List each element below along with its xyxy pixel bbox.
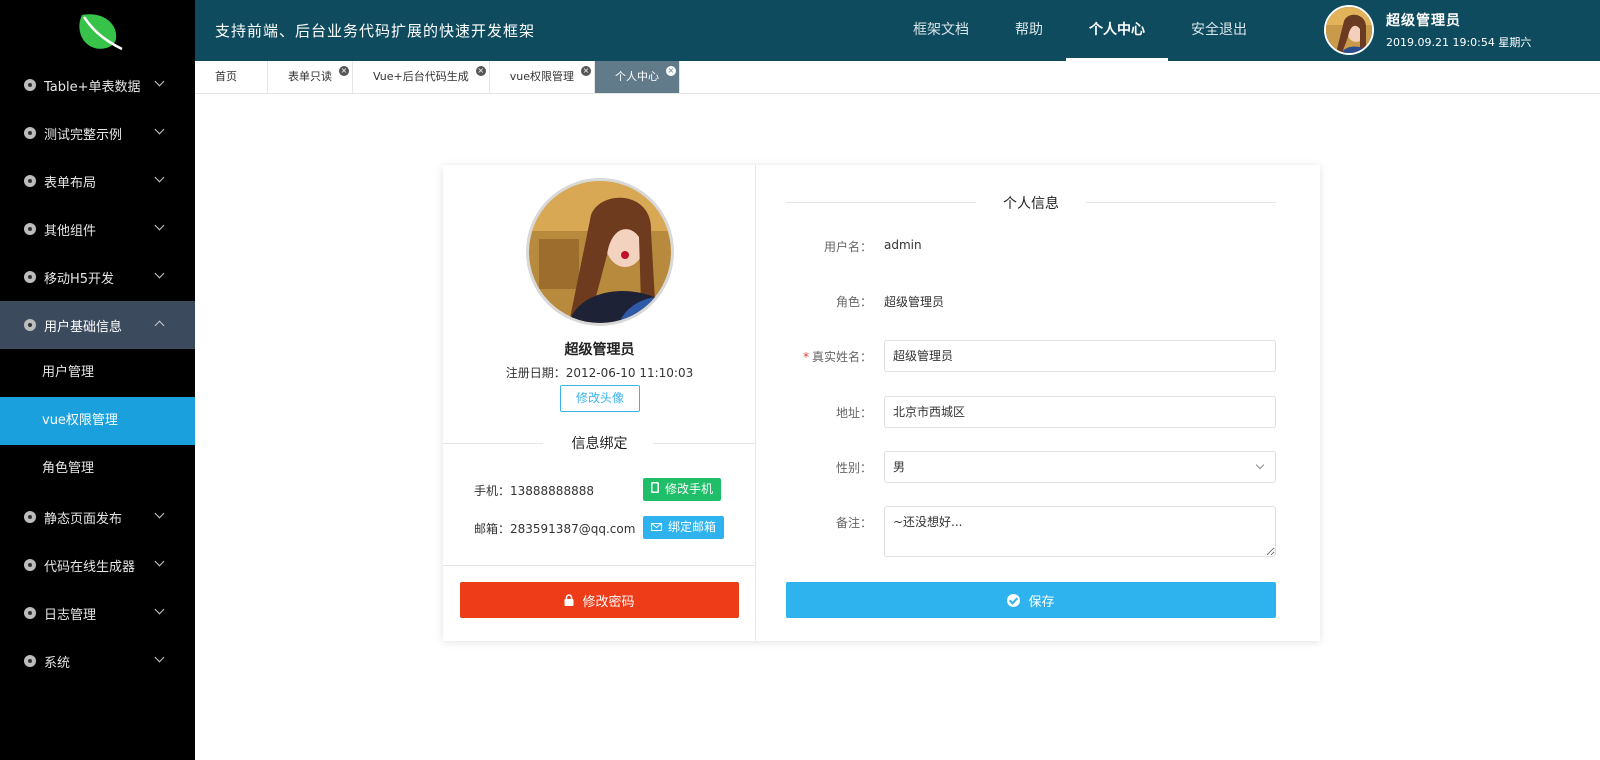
close-icon[interactable]: × (475, 66, 486, 76)
sidebar: Table+单表数据 测试完整示例 表单布局 其他组件 移动H5开发 用户基础信… (0, 61, 195, 760)
menu-dot-icon (24, 271, 36, 283)
avatar[interactable] (526, 178, 674, 326)
sidebar-item-codegen[interactable]: 代码在线生成器 (0, 541, 195, 589)
logo[interactable] (0, 0, 195, 61)
tab-vue-codegen[interactable]: Vue+后台代码生成 × (353, 61, 490, 93)
header-user[interactable]: 超级管理员 2019.09.21 19:0:54 星期六 (1324, 5, 1531, 55)
role-label: 角色： (835, 295, 872, 309)
sidebar-item-test[interactable]: 测试完整示例 (0, 109, 195, 157)
sidebar-item-system[interactable]: 系统 (0, 637, 195, 685)
tab-vue-permission[interactable]: vue权限管理 × (490, 61, 595, 93)
section-title: 个人信息 (786, 193, 1276, 213)
top-header: 支持前端、后台业务代码扩展的快速开发框架 框架文档 帮助 个人中心 安全退出 超… (0, 0, 1600, 61)
top-nav: 框架文档 帮助 个人中心 安全退出 (890, 0, 1270, 61)
save-button[interactable]: 保存 (786, 582, 1276, 618)
header-username: 超级管理员 (1386, 13, 1461, 29)
bind-email-button[interactable]: 绑定邮箱 (643, 516, 725, 539)
sidebar-subitem-vue-permission[interactable]: vue权限管理 (0, 397, 195, 445)
leaf-logo-icon (78, 13, 123, 50)
nav-help[interactable]: 帮助 (992, 0, 1066, 61)
address-label: 地址： (835, 406, 872, 420)
menu-dot-icon (24, 655, 36, 667)
avatar[interactable] (1324, 5, 1374, 55)
profile-name: 超级管理员 (564, 342, 635, 358)
change-phone-button[interactable]: 修改手机 (643, 478, 722, 501)
change-avatar-button[interactable]: 修改头像 (560, 385, 640, 412)
sidebar-item-logs[interactable]: 日志管理 (0, 589, 195, 637)
menu-dot-icon (24, 127, 36, 139)
personal-info-panel: 个人信息 用户名： admin 角色： 超级管理员 * 真实姓名： 超级管理员 地… (786, 165, 1276, 641)
menu-dot-icon (24, 175, 36, 187)
sidebar-item-mobile[interactable]: 移动H5开发 (0, 253, 195, 301)
realname-label: * 真实姓名： (802, 350, 872, 364)
gender-select[interactable]: 男 (884, 451, 1276, 483)
menu-dot-icon (24, 79, 36, 91)
close-icon[interactable]: × (580, 66, 591, 76)
menu-dot-icon (24, 559, 36, 571)
nav-logout[interactable]: 安全退出 (1168, 0, 1270, 61)
remark-label: 备注： (835, 516, 872, 530)
required-icon: * (802, 350, 809, 364)
divider (443, 565, 756, 566)
phone-text: 手机：13888888888 (474, 484, 594, 498)
tab-bar: 首页 表单只读 × Vue+后台代码生成 × vue权限管理 × 个人中心 × (195, 61, 1600, 94)
email-text: 邮箱：283591387@qq.com (474, 522, 636, 536)
chevron-down-icon (154, 604, 165, 615)
nav-profile[interactable]: 个人中心 (1066, 0, 1168, 61)
chevron-down-icon (154, 76, 165, 87)
sidebar-subitem-user-manage[interactable]: 用户管理 (0, 349, 195, 397)
username-label: 用户名： (823, 240, 872, 254)
close-icon[interactable]: × (339, 66, 349, 76)
chevron-down-icon (1255, 460, 1265, 470)
check-circle-icon (1007, 593, 1021, 607)
realname-input[interactable]: 超级管理员 (884, 340, 1276, 372)
menu-dot-icon (24, 511, 36, 523)
sidebar-item-components[interactable]: 其他组件 (0, 205, 195, 253)
gender-label: 性别： (835, 461, 872, 475)
menu-dot-icon (24, 223, 36, 235)
user-photo-icon (1326, 7, 1372, 53)
user-photo-icon (529, 181, 671, 323)
sidebar-subitem-role-manage[interactable]: 角色管理 (0, 445, 195, 493)
chevron-down-icon (154, 172, 165, 183)
tab-form-readonly[interactable]: 表单只读 × (268, 61, 353, 93)
sidebar-item-table[interactable]: Table+单表数据 (0, 61, 195, 109)
remark-textarea[interactable]: ~还没想好... (884, 506, 1276, 557)
mail-icon (651, 516, 662, 539)
tab-profile[interactable]: 个人中心 × (594, 61, 680, 93)
lock-icon (564, 594, 574, 606)
profile-card: 超级管理员 注册日期：2012-06-10 11:10:03 修改头像 信息绑定… (443, 165, 1320, 641)
close-icon[interactable]: × (665, 66, 676, 76)
bind-section-title: 信息绑定 (443, 433, 756, 453)
role-value: 超级管理员 (884, 295, 945, 309)
sidebar-item-form-layout[interactable]: 表单布局 (0, 157, 195, 205)
menu-dot-icon (24, 319, 36, 331)
chevron-down-icon (154, 220, 165, 231)
address-input[interactable]: 北京市西城区 (884, 396, 1276, 428)
chevron-up-icon (154, 320, 165, 331)
username-value: admin (884, 238, 922, 252)
profile-panel: 超级管理员 注册日期：2012-06-10 11:10:03 修改头像 信息绑定… (443, 165, 756, 641)
change-password-button[interactable]: 修改密码 (460, 582, 739, 618)
nav-docs[interactable]: 框架文档 (890, 0, 992, 61)
tab-home[interactable]: 首页 (195, 61, 268, 93)
chevron-down-icon (154, 124, 165, 135)
register-date: 注册日期：2012-06-10 11:10:03 (505, 366, 694, 380)
chevron-down-icon (154, 556, 165, 567)
chevron-down-icon (154, 508, 165, 519)
chevron-down-icon (154, 652, 165, 663)
menu-dot-icon (24, 607, 36, 619)
phone-icon (651, 478, 659, 501)
chevron-down-icon (154, 268, 165, 279)
header-datetime: 2019.09.21 19:0:54 星期六 (1386, 36, 1532, 49)
sidebar-item-user-info[interactable]: 用户基础信息 (0, 301, 195, 349)
app-title: 支持前端、后台业务代码扩展的快速开发框架 (215, 22, 536, 40)
sidebar-item-static-publish[interactable]: 静态页面发布 (0, 493, 195, 541)
